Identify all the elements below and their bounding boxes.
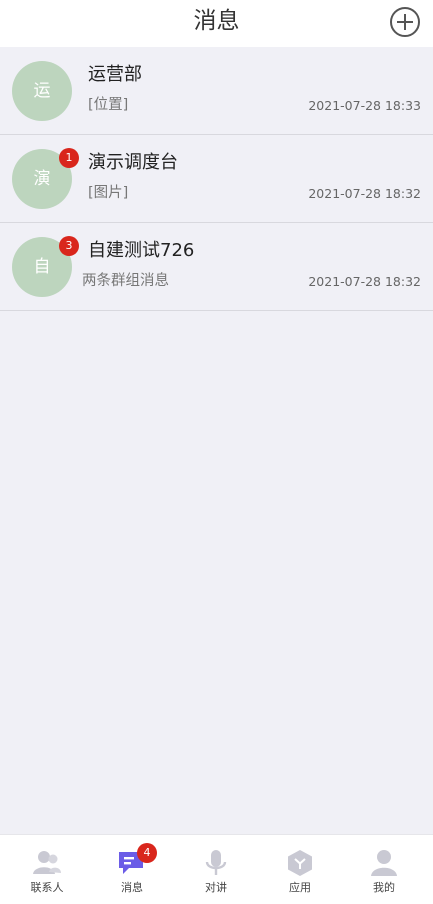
tab-messages[interactable]: 4 消息 (89, 835, 175, 904)
tab-label: 应用 (289, 881, 311, 894)
tab-label: 联系人 (30, 881, 64, 894)
conversation-name: 运营部 (88, 64, 142, 85)
tab-apps[interactable]: 应用 (257, 835, 343, 904)
conversation-item[interactable]: 自 3 自建测试726 两条群组消息 2021-07-28 18:32 (0, 223, 433, 311)
tab-unread-badge: 4 (137, 843, 157, 863)
unread-badge: 3 (59, 236, 79, 256)
conversation-preview: 两条群组消息 (82, 273, 169, 289)
plus-circle-icon (390, 7, 420, 37)
profile-icon (369, 848, 399, 878)
microphone-icon (201, 848, 231, 878)
conversation-time: 2021-07-28 18:32 (308, 186, 421, 201)
header: 消息 (0, 0, 433, 47)
conversation-preview: [图片] (88, 185, 129, 201)
conversation-preview: [位置] (88, 97, 129, 113)
avatar: 运 (12, 61, 72, 121)
tab-intercom[interactable]: 对讲 (173, 835, 259, 904)
conversation-name: 演示调度台 (88, 152, 178, 173)
conversation-item[interactable]: 演 1 演示调度台 [图片] 2021-07-28 18:32 (0, 135, 433, 223)
tab-label: 消息 (121, 881, 143, 894)
unread-badge: 1 (59, 148, 79, 168)
conversation-time: 2021-07-28 18:33 (308, 98, 421, 113)
conversation-name: 自建测试726 (88, 240, 195, 261)
tab-profile[interactable]: 我的 (341, 835, 427, 904)
bottom-tab-bar: 联系人 4 消息 对讲 应用 我的 (0, 834, 433, 904)
tab-contacts[interactable]: 联系人 (4, 835, 90, 904)
tab-label: 我的 (373, 881, 395, 894)
conversation-time: 2021-07-28 18:32 (308, 274, 421, 289)
tab-label: 对讲 (205, 881, 227, 894)
page-title: 消息 (193, 8, 240, 34)
apps-cube-icon (285, 848, 315, 878)
conversation-list: 运 运营部 [位置] 2021-07-28 18:33 演 1 演示调度台 [图… (0, 47, 433, 311)
add-button[interactable] (389, 6, 421, 38)
contacts-icon (32, 848, 62, 878)
conversation-item[interactable]: 运 运营部 [位置] 2021-07-28 18:33 (0, 47, 433, 135)
